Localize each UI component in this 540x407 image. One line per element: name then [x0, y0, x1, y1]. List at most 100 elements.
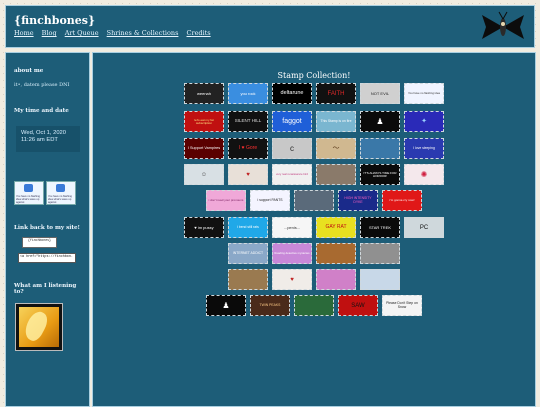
time-date: Wed, Oct 1, 2020 — [21, 130, 67, 136]
stamp: i bend still rats — [228, 217, 268, 238]
stamp: TWIN PEAKS — [250, 295, 290, 316]
stamp-label: HIGH INTENSITY DYKE — [344, 196, 372, 204]
stamp-label: I Support Vampires — [187, 145, 221, 150]
stamp: you rock — [228, 83, 268, 104]
stamp: Reading detective mysteries — [272, 243, 312, 264]
stamp: PC — [404, 217, 444, 238]
nav-link-home[interactable]: Home — [14, 29, 34, 37]
stamp: very real renaissance bird — [272, 164, 312, 185]
stamp-label: very real renaissance bird — [275, 172, 309, 177]
stamp-label: deltarune — [280, 89, 304, 96]
sidebar-button-1[interactable]: You have no flashing idea what's wave up… — [14, 181, 44, 205]
time-heading: My time and date — [14, 108, 69, 114]
stamp-label: IT'S ALWAYS TIME FOR HORROR! — [363, 170, 397, 178]
stamp — [360, 138, 400, 159]
moth-logo-icon — [482, 11, 524, 39]
stamp-label: c — [290, 143, 294, 153]
stamp: Please Don't Step on Snow — [382, 295, 422, 316]
stamp: i'm gonna cry now! — [382, 190, 422, 211]
stamp: I Support Vampires — [184, 138, 224, 159]
stamp-label: Reading detective mysteries — [274, 251, 310, 256]
stamp-label: ♥ im pussy — [194, 224, 214, 230]
stamp-label: I ♥ Gore — [238, 145, 258, 151]
time-widget: Wed, Oct 1, 2020 11:26 am EDT — [16, 126, 80, 152]
album-cover — [15, 303, 63, 351]
stamp-label: you rock — [240, 90, 256, 96]
stamp-collection-title: Stamp Collection! — [277, 71, 351, 80]
stamp-label: weenah — [196, 90, 211, 96]
stamp: You have no flashing idea — [404, 83, 444, 104]
stamp-label: SILENT HILL — [234, 118, 262, 124]
stamp — [316, 269, 356, 290]
about-heading: about me — [14, 68, 44, 74]
stamp-label: faggot — [282, 118, 302, 125]
main-nav: Home Blog Art Queue Shrines & Collection… — [14, 29, 217, 37]
stamp: faggot — [272, 111, 312, 132]
stamp: I love sleeping — [404, 138, 444, 159]
stamp: ♟ — [206, 295, 246, 316]
stamp-label: ✦ — [421, 118, 427, 125]
sidebar: about me it•, datem please DNI My time a… — [5, 52, 90, 407]
stamp-label: ♟ — [222, 300, 230, 310]
stamp: HIGH INTENSITY DYKE — [338, 190, 378, 211]
nav-link-credits[interactable]: Credits — [187, 29, 211, 37]
stamp — [316, 164, 356, 185]
stamp: deltarune — [272, 83, 312, 104]
stamp-label: STAR TREK — [368, 224, 392, 230]
stamp-label: NOT EVIL — [370, 90, 390, 96]
stamp — [294, 190, 334, 211]
stamp: ♥ im pussy — [184, 217, 224, 238]
sidebar-button-2[interactable]: You have no flashing idea what's wave up… — [46, 181, 76, 205]
stamp-label: ✺ — [420, 169, 428, 179]
stamp — [360, 243, 400, 264]
stamp-label: INTERNET ADDICT — [232, 250, 264, 255]
stamp-label: ♟ — [376, 116, 384, 126]
sidebar-button-1-text: You have no flashing idea what's wave up… — [16, 195, 40, 204]
stamp: i don't read your pronouns — [206, 190, 246, 211]
stamp: ✦ — [404, 111, 444, 132]
stamp — [316, 243, 356, 264]
stamp-label: let's eat my fat subscription — [194, 117, 214, 125]
stamp-label: FAITH — [327, 90, 345, 97]
nav-link-shrines[interactable]: Shrines & Collections — [107, 29, 179, 37]
stamp: c — [272, 138, 312, 159]
link-code-textbox[interactable]: <a href="https://finchbon. — [18, 253, 76, 263]
link-back-button[interactable]: {finchbones} — [22, 237, 57, 248]
stamp: let's eat my fat subscription — [184, 111, 224, 132]
stamp: GAY RAT — [316, 217, 356, 238]
stamp-collection-panel: Stamp Collection! weenah you rock deltarun… — [92, 52, 536, 407]
stamp-label: PC — [419, 224, 429, 231]
stamp — [294, 295, 334, 316]
stamp: INTERNET ADDICT — [228, 243, 268, 264]
stamp: FAITH — [316, 83, 356, 104]
stamp: This Stamp is on fire — [316, 111, 356, 132]
stamp-label: 〜 — [332, 145, 340, 152]
stamp — [228, 269, 268, 290]
lock-icon — [56, 184, 65, 192]
stamp-label: ♥ — [290, 276, 294, 283]
stamp-label: TWIN PEAKS — [259, 302, 281, 307]
stamp: ☺ — [184, 164, 224, 185]
stamp-label: ♥ — [246, 171, 250, 178]
stamp: ♥ — [228, 164, 268, 185]
stamp-label: ...penis... — [283, 224, 301, 230]
stamp: ♟ — [360, 111, 400, 132]
music-heading: What am I listening to? — [14, 283, 77, 295]
nav-link-art-queue[interactable]: Art Queue — [65, 29, 99, 37]
stamp: I ♥ Gore — [228, 138, 268, 159]
stamp-label: i bend still rats — [237, 224, 259, 229]
stamp-label: This Stamp is on fire — [320, 118, 352, 123]
stamp-label: GAY RAT — [325, 224, 347, 230]
lock-icon — [24, 184, 33, 192]
stamp: SILENT HILL — [228, 111, 268, 132]
stamp-label: ☺ — [200, 171, 208, 178]
stamp-label: You have no flashing idea — [408, 91, 440, 96]
nav-link-blog[interactable]: Blog — [42, 29, 57, 37]
sidebar-button-2-text: You have no flashing idea what's wave up… — [48, 195, 72, 204]
stamp-label: SAW — [351, 302, 365, 309]
stamp-label: i support PANTS — [257, 197, 283, 202]
stamp: ...penis... — [272, 217, 312, 238]
stamp: SAW — [338, 295, 378, 316]
time-clock: 11:26 am EDT — [21, 137, 58, 143]
stamp-label: i don't read your pronouns — [208, 198, 244, 202]
